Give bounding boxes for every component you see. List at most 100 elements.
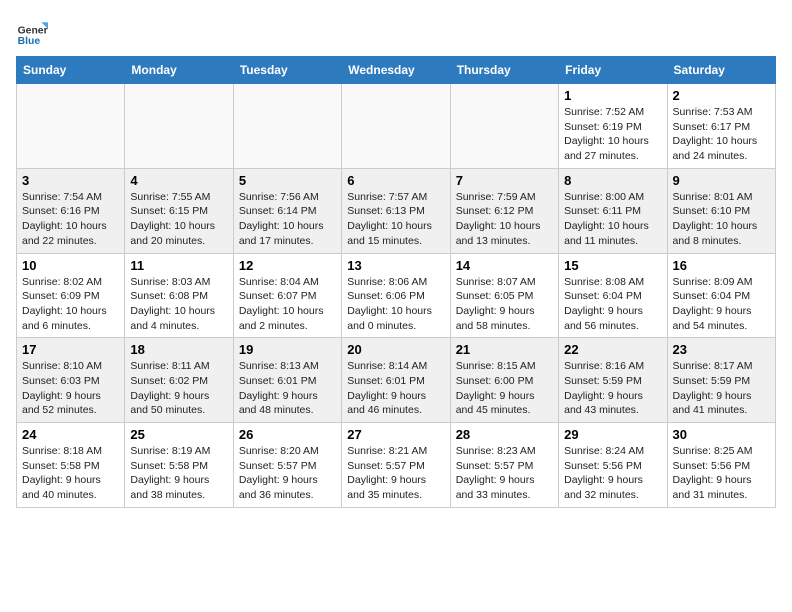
day-info: Sunrise: 7:55 AM Sunset: 6:15 PM Dayligh… <box>130 190 227 249</box>
day-info: Sunrise: 8:17 AM Sunset: 5:59 PM Dayligh… <box>673 359 770 418</box>
calendar-week-row: 1 Sunrise: 7:52 AM Sunset: 6:19 PM Daylig… <box>17 84 776 169</box>
calendar-cell: 23 Sunrise: 8:17 AM Sunset: 5:59 PM Dayli… <box>667 338 775 423</box>
calendar-cell: 11 Sunrise: 8:03 AM Sunset: 6:08 PM Dayli… <box>125 253 233 338</box>
calendar-header-row: SundayMondayTuesdayWednesdayThursdayFrid… <box>17 57 776 84</box>
day-number: 11 <box>130 258 227 273</box>
day-number: 26 <box>239 427 336 442</box>
calendar-header-monday: Monday <box>125 57 233 84</box>
day-info: Sunrise: 8:21 AM Sunset: 5:57 PM Dayligh… <box>347 444 444 503</box>
calendar-cell <box>125 84 233 169</box>
day-info: Sunrise: 8:04 AM Sunset: 6:07 PM Dayligh… <box>239 275 336 334</box>
day-number: 7 <box>456 173 553 188</box>
day-number: 12 <box>239 258 336 273</box>
logo: General Blue <box>16 16 52 48</box>
calendar-cell: 12 Sunrise: 8:04 AM Sunset: 6:07 PM Dayli… <box>233 253 341 338</box>
day-number: 1 <box>564 88 661 103</box>
day-info: Sunrise: 8:20 AM Sunset: 5:57 PM Dayligh… <box>239 444 336 503</box>
day-number: 24 <box>22 427 119 442</box>
calendar-cell <box>342 84 450 169</box>
day-number: 3 <box>22 173 119 188</box>
day-info: Sunrise: 8:16 AM Sunset: 5:59 PM Dayligh… <box>564 359 661 418</box>
day-number: 21 <box>456 342 553 357</box>
calendar-week-row: 24 Sunrise: 8:18 AM Sunset: 5:58 PM Dayli… <box>17 423 776 508</box>
calendar-cell: 19Sunrise: 8:13 AM Sunset: 6:01 PM Dayli… <box>233 338 341 423</box>
calendar-cell: 2Sunrise: 7:53 AM Sunset: 6:17 PM Daylig… <box>667 84 775 169</box>
day-number: 22 <box>564 342 661 357</box>
calendar-header-wednesday: Wednesday <box>342 57 450 84</box>
day-info: Sunrise: 8:01 AM Sunset: 6:10 PM Dayligh… <box>673 190 770 249</box>
calendar-cell: 24 Sunrise: 8:18 AM Sunset: 5:58 PM Dayli… <box>17 423 125 508</box>
calendar-week-row: 3 Sunrise: 7:54 AM Sunset: 6:16 PM Daylig… <box>17 168 776 253</box>
logo-icon: General Blue <box>16 16 48 48</box>
day-number: 18 <box>130 342 227 357</box>
calendar-cell: 1 Sunrise: 7:52 AM Sunset: 6:19 PM Daylig… <box>559 84 667 169</box>
svg-text:Blue: Blue <box>18 36 41 47</box>
calendar-cell: 17Sunrise: 8:10 AM Sunset: 6:03 PM Dayli… <box>17 338 125 423</box>
day-info: Sunrise: 8:18 AM Sunset: 5:58 PM Dayligh… <box>22 444 119 503</box>
calendar-header-thursday: Thursday <box>450 57 558 84</box>
day-number: 14 <box>456 258 553 273</box>
calendar-cell: 22 Sunrise: 8:16 AM Sunset: 5:59 PM Dayli… <box>559 338 667 423</box>
day-info: Sunrise: 8:23 AM Sunset: 5:57 PM Dayligh… <box>456 444 553 503</box>
calendar-cell <box>17 84 125 169</box>
day-number: 25 <box>130 427 227 442</box>
day-number: 27 <box>347 427 444 442</box>
day-info: Sunrise: 8:09 AM Sunset: 6:04 PM Dayligh… <box>673 275 770 334</box>
day-info: Sunrise: 8:02 AM Sunset: 6:09 PM Dayligh… <box>22 275 119 334</box>
day-number: 6 <box>347 173 444 188</box>
calendar-cell: 4 Sunrise: 7:55 AM Sunset: 6:15 PM Daylig… <box>125 168 233 253</box>
day-info: Sunrise: 8:25 AM Sunset: 5:56 PM Dayligh… <box>673 444 770 503</box>
calendar-cell: 29 Sunrise: 8:24 AM Sunset: 5:56 PM Dayli… <box>559 423 667 508</box>
day-info: Sunrise: 8:03 AM Sunset: 6:08 PM Dayligh… <box>130 275 227 334</box>
calendar-cell: 26 Sunrise: 8:20 AM Sunset: 5:57 PM Dayli… <box>233 423 341 508</box>
calendar-cell: 21 Sunrise: 8:15 AM Sunset: 6:00 PM Dayli… <box>450 338 558 423</box>
calendar-cell: 14 Sunrise: 8:07 AM Sunset: 6:05 PM Dayli… <box>450 253 558 338</box>
calendar-header-saturday: Saturday <box>667 57 775 84</box>
day-info: Sunrise: 7:59 AM Sunset: 6:12 PM Dayligh… <box>456 190 553 249</box>
calendar-cell: 6 Sunrise: 7:57 AM Sunset: 6:13 PM Daylig… <box>342 168 450 253</box>
day-number: 10 <box>22 258 119 273</box>
day-number: 23 <box>673 342 770 357</box>
calendar-cell: 25 Sunrise: 8:19 AM Sunset: 5:58 PM Dayli… <box>125 423 233 508</box>
day-number: 9 <box>673 173 770 188</box>
calendar-header-sunday: Sunday <box>17 57 125 84</box>
day-number: 16 <box>673 258 770 273</box>
day-info: Sunrise: 8:08 AM Sunset: 6:04 PM Dayligh… <box>564 275 661 334</box>
calendar-week-row: 17Sunrise: 8:10 AM Sunset: 6:03 PM Dayli… <box>17 338 776 423</box>
calendar-cell: 9 Sunrise: 8:01 AM Sunset: 6:10 PM Daylig… <box>667 168 775 253</box>
day-info: Sunrise: 7:54 AM Sunset: 6:16 PM Dayligh… <box>22 190 119 249</box>
calendar-cell: 16 Sunrise: 8:09 AM Sunset: 6:04 PM Dayli… <box>667 253 775 338</box>
page-header: General Blue <box>16 16 776 48</box>
day-info: Sunrise: 8:15 AM Sunset: 6:00 PM Dayligh… <box>456 359 553 418</box>
calendar-header-tuesday: Tuesday <box>233 57 341 84</box>
day-number: 15 <box>564 258 661 273</box>
calendar-cell: 20Sunrise: 8:14 AM Sunset: 6:01 PM Dayli… <box>342 338 450 423</box>
day-info: Sunrise: 7:52 AM Sunset: 6:19 PM Dayligh… <box>564 105 661 164</box>
day-info: Sunrise: 8:19 AM Sunset: 5:58 PM Dayligh… <box>130 444 227 503</box>
day-number: 17 <box>22 342 119 357</box>
day-info: Sunrise: 8:24 AM Sunset: 5:56 PM Dayligh… <box>564 444 661 503</box>
svg-text:General: General <box>18 26 48 37</box>
day-number: 28 <box>456 427 553 442</box>
calendar-header-friday: Friday <box>559 57 667 84</box>
day-info: Sunrise: 8:00 AM Sunset: 6:11 PM Dayligh… <box>564 190 661 249</box>
day-info: Sunrise: 7:53 AM Sunset: 6:17 PM Dayligh… <box>673 105 770 164</box>
day-info: Sunrise: 8:11 AM Sunset: 6:02 PM Dayligh… <box>130 359 227 418</box>
day-number: 29 <box>564 427 661 442</box>
day-number: 19 <box>239 342 336 357</box>
calendar-cell: 13Sunrise: 8:06 AM Sunset: 6:06 PM Dayli… <box>342 253 450 338</box>
calendar-cell: 27 Sunrise: 8:21 AM Sunset: 5:57 PM Dayli… <box>342 423 450 508</box>
calendar-cell: 8 Sunrise: 8:00 AM Sunset: 6:11 PM Daylig… <box>559 168 667 253</box>
calendar-cell: 18 Sunrise: 8:11 AM Sunset: 6:02 PM Dayli… <box>125 338 233 423</box>
day-number: 30 <box>673 427 770 442</box>
calendar-cell: 15 Sunrise: 8:08 AM Sunset: 6:04 PM Dayli… <box>559 253 667 338</box>
calendar-week-row: 10 Sunrise: 8:02 AM Sunset: 6:09 PM Dayli… <box>17 253 776 338</box>
calendar-table: SundayMondayTuesdayWednesdayThursdayFrid… <box>16 56 776 508</box>
calendar-cell <box>233 84 341 169</box>
day-info: Sunrise: 8:07 AM Sunset: 6:05 PM Dayligh… <box>456 275 553 334</box>
day-info: Sunrise: 7:57 AM Sunset: 6:13 PM Dayligh… <box>347 190 444 249</box>
day-number: 8 <box>564 173 661 188</box>
day-number: 4 <box>130 173 227 188</box>
calendar-cell: 3 Sunrise: 7:54 AM Sunset: 6:16 PM Daylig… <box>17 168 125 253</box>
calendar-cell: 10 Sunrise: 8:02 AM Sunset: 6:09 PM Dayli… <box>17 253 125 338</box>
